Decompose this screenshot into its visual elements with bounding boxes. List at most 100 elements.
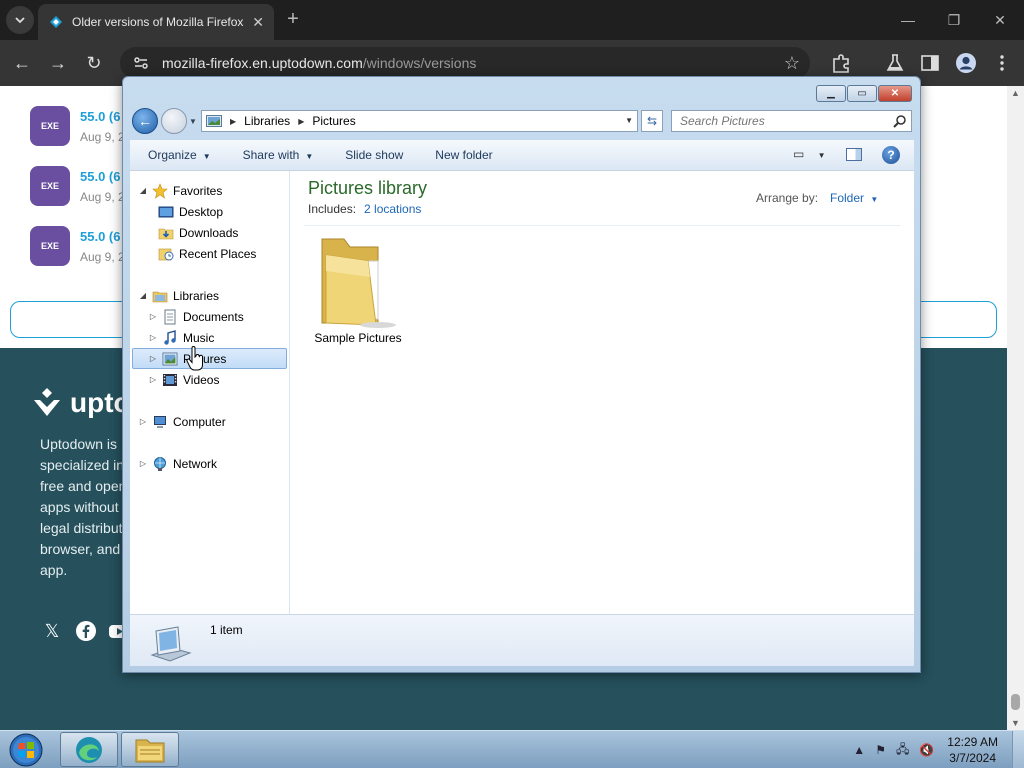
nav-computer[interactable]: ▷ Computer bbox=[138, 411, 226, 432]
preview-pane-icon[interactable] bbox=[846, 148, 862, 161]
collapsed-arrow-icon[interactable]: ▷ bbox=[148, 312, 158, 321]
reload-icon[interactable]: ↻ bbox=[81, 50, 107, 76]
folder-item[interactable]: Sample Pictures bbox=[308, 231, 408, 351]
version-date: Aug 9, 2 bbox=[80, 130, 125, 144]
x-social-icon[interactable]: 𝕏 bbox=[41, 620, 63, 642]
share-with-button[interactable]: Share with ▼ bbox=[225, 148, 328, 162]
libraries-icon bbox=[152, 291, 168, 302]
expanded-arrow-icon[interactable]: ◢ bbox=[138, 186, 148, 195]
new-tab-button[interactable]: + bbox=[282, 8, 304, 30]
expanded-arrow-icon[interactable]: ◢ bbox=[138, 291, 148, 300]
collapsed-arrow-icon[interactable]: ▷ bbox=[148, 333, 158, 342]
organize-button[interactable]: Organize ▼ bbox=[130, 148, 225, 162]
close-window-button[interactable]: ✕ bbox=[990, 10, 1010, 30]
show-desktop-button[interactable] bbox=[1012, 731, 1024, 768]
collapsed-arrow-icon[interactable]: ▷ bbox=[138, 459, 148, 468]
nav-desktop[interactable]: Desktop bbox=[158, 201, 223, 222]
breadcrumb-pictures[interactable]: Pictures bbox=[312, 114, 355, 128]
minimize-button[interactable]: ▁ bbox=[816, 85, 846, 102]
labs-flask-icon[interactable] bbox=[884, 52, 906, 74]
facebook-icon[interactable] bbox=[75, 620, 97, 642]
details-pane: 1 item bbox=[130, 614, 914, 666]
tab-close-icon[interactable]: ✕ bbox=[252, 14, 264, 31]
network-status-icon[interactable]: 🖧 bbox=[896, 740, 909, 761]
nav-libraries[interactable]: ◢ Libraries bbox=[138, 285, 219, 306]
extensions-icon[interactable] bbox=[830, 52, 852, 74]
breadcrumb-arrow-icon[interactable]: ▶ bbox=[298, 117, 304, 126]
slide-show-button[interactable]: Slide show bbox=[327, 148, 417, 162]
version-name[interactable]: 55.0 (6 bbox=[80, 109, 120, 124]
search-icon[interactable] bbox=[893, 114, 907, 128]
nav-recent-places[interactable]: Recent Places bbox=[158, 243, 256, 264]
back-arrow-icon[interactable]: ← bbox=[9, 50, 35, 76]
close-button[interactable]: ✕ bbox=[878, 85, 912, 102]
arrange-by-dropdown[interactable]: Folder ▼ bbox=[830, 191, 878, 205]
address-dropdown-icon[interactable]: ▼ bbox=[625, 116, 633, 125]
navigation-pane: ◢ Favorites Desktop Downloads Recent Pla… bbox=[130, 171, 290, 614]
library-includes: Includes: 2 locations bbox=[308, 202, 421, 216]
breadcrumb-arrow-icon[interactable]: ▶ bbox=[230, 117, 236, 126]
start-orb-icon[interactable] bbox=[4, 732, 48, 768]
recent-pages-dropdown-icon[interactable]: ▼ bbox=[189, 117, 197, 126]
nav-label: Computer bbox=[173, 414, 226, 429]
address-bar[interactable]: mozilla-firefox.en.uptodown.com/windows/… bbox=[120, 47, 810, 79]
nav-videos[interactable]: ▷ Videos bbox=[148, 369, 220, 390]
volume-muted-icon[interactable]: 🔇 bbox=[919, 743, 934, 757]
search-box[interactable] bbox=[671, 110, 912, 132]
recent-places-icon bbox=[158, 248, 174, 260]
system-tray: ▲ ⚑ 🖧 🔇 12:29 AM 3/7/2024 bbox=[848, 731, 1024, 768]
scroll-thumb[interactable] bbox=[1011, 694, 1020, 710]
collapsed-arrow-icon[interactable]: ▷ bbox=[138, 417, 148, 426]
locations-link[interactable]: 2 locations bbox=[364, 202, 421, 216]
exe-badge: EXE bbox=[30, 106, 70, 146]
back-arrow-icon[interactable]: ← bbox=[132, 108, 158, 134]
side-panel-icon[interactable] bbox=[919, 52, 941, 74]
clock[interactable]: 12:29 AM 3/7/2024 bbox=[947, 734, 998, 766]
change-view-button[interactable]: ▭ ▼ bbox=[793, 147, 826, 161]
search-input[interactable] bbox=[680, 114, 880, 128]
version-name[interactable]: 55.0 (6 bbox=[80, 169, 120, 184]
page-scrollbar[interactable]: ▲ ▼ bbox=[1007, 86, 1024, 730]
nav-downloads[interactable]: Downloads bbox=[158, 222, 238, 243]
nav-documents[interactable]: ▷ Documents bbox=[148, 306, 244, 327]
explorer-address-bar[interactable]: ▶ Libraries ▶ Pictures ▼ bbox=[201, 110, 638, 132]
nav-favorites[interactable]: ◢ Favorites bbox=[138, 180, 222, 201]
maximize-button[interactable]: ▭ bbox=[847, 85, 877, 102]
bookmark-star-icon[interactable]: ☆ bbox=[784, 53, 800, 74]
site-info-icon[interactable] bbox=[132, 54, 150, 72]
collapsed-arrow-icon[interactable]: ▷ bbox=[148, 375, 158, 384]
kebab-menu-icon[interactable] bbox=[991, 52, 1013, 74]
restore-window-button[interactable]: ❐ bbox=[944, 10, 964, 30]
footer-desc-line: legal distribut bbox=[40, 520, 123, 536]
forward-arrow-icon[interactable]: → bbox=[45, 50, 71, 76]
taskbar-explorer-button[interactable] bbox=[121, 732, 179, 767]
breadcrumb-libraries[interactable]: Libraries bbox=[244, 114, 290, 128]
computer-icon bbox=[154, 415, 166, 428]
tab-search-button[interactable] bbox=[6, 6, 34, 34]
collapsed-arrow-icon[interactable]: ▷ bbox=[148, 354, 158, 363]
new-folder-button[interactable]: New folder bbox=[417, 148, 506, 162]
profile-avatar-icon[interactable] bbox=[955, 52, 977, 74]
minimize-window-button[interactable]: — bbox=[898, 10, 918, 30]
action-center-flag-icon[interactable]: ⚑ bbox=[875, 743, 886, 757]
nav-network[interactable]: ▷ Network bbox=[138, 453, 217, 474]
version-name[interactable]: 55.0 (6 bbox=[80, 229, 120, 244]
taskbar-edge-button[interactable] bbox=[60, 732, 118, 767]
organize-label: Organize bbox=[148, 148, 197, 162]
scroll-down-arrow-icon[interactable]: ▼ bbox=[1011, 718, 1020, 728]
browser-tab-active[interactable]: Older versions of Mozilla Firefox ✕ bbox=[38, 4, 274, 40]
command-bar: Organize ▼ Share with ▼ Slide show New fol… bbox=[130, 140, 914, 171]
nav-label: Desktop bbox=[179, 204, 224, 219]
taskbar: ▲ ⚑ 🖧 🔇 12:29 AM 3/7/2024 bbox=[0, 730, 1024, 768]
uptodown-logo[interactable]: upto bbox=[30, 386, 131, 420]
clock-date: 3/7/2024 bbox=[949, 751, 996, 765]
refresh-icon[interactable]: ⇆ bbox=[641, 110, 663, 132]
scroll-up-arrow-icon[interactable]: ▲ bbox=[1011, 88, 1020, 98]
forward-arrow-icon[interactable] bbox=[161, 108, 187, 134]
network-icon bbox=[154, 456, 166, 471]
help-icon[interactable]: ? bbox=[882, 146, 900, 164]
nav-music[interactable]: ▷ Music bbox=[148, 327, 214, 348]
content-pane: Pictures library Includes: 2 locations Ar… bbox=[290, 171, 914, 614]
version-date: Aug 9, 2 bbox=[80, 190, 125, 204]
show-hidden-icons-icon[interactable]: ▲ bbox=[853, 743, 865, 757]
